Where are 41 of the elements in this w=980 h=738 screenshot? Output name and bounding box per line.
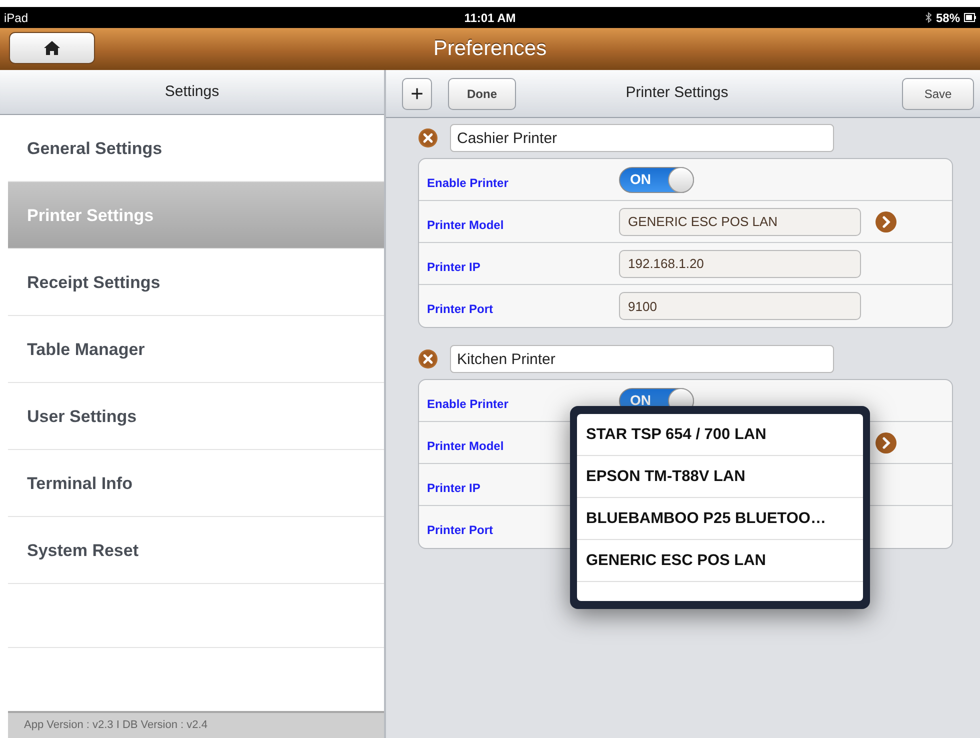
save-button[interactable]: Save — [902, 78, 974, 110]
picker-option[interactable]: GENERIC ESC POS LAN — [577, 540, 863, 582]
delete-icon[interactable] — [418, 349, 438, 369]
sidebar-item[interactable]: User Settings — [8, 383, 384, 450]
sidebar-item[interactable]: Table Manager — [8, 316, 384, 384]
field-label: Printer Model — [427, 218, 504, 232]
clock: 11:01 AM — [464, 10, 516, 26]
sidebar-item[interactable]: System Reset — [8, 517, 384, 584]
printer-name-field[interactable]: Cashier Printer — [450, 124, 834, 152]
bluetooth-icon — [924, 12, 932, 23]
delete-icon[interactable] — [418, 128, 438, 148]
sidebar-item[interactable]: Terminal Info — [8, 450, 384, 518]
version-info: App Version : v2.3 I DB Version : v2.4 — [24, 718, 208, 734]
field-label: Printer Port — [427, 302, 494, 316]
sidebar-item[interactable]: Receipt Settings — [8, 249, 384, 316]
detail-title: Printer Settings — [626, 83, 728, 104]
input-field[interactable]: 9100 — [619, 292, 861, 320]
battery-icon — [964, 13, 976, 22]
chevron-icon[interactable] — [875, 432, 897, 454]
model-field[interactable]: GENERIC ESC POS LAN — [619, 208, 861, 236]
input-field[interactable]: 192.168.1.20 — [619, 250, 861, 278]
field-label: Printer Port — [427, 523, 494, 537]
field-label: Enable Printer — [427, 396, 508, 410]
done-button[interactable]: Done — [448, 78, 516, 110]
field-label: Printer IP — [427, 480, 480, 494]
home-button[interactable] — [9, 32, 95, 64]
chevron-icon[interactable] — [875, 210, 897, 232]
battery-percent: 58% — [936, 10, 960, 26]
picker-option[interactable]: BLUEBAMBOO P25 BLUETOO… — [577, 498, 863, 540]
screen-title: Preferences — [433, 36, 547, 62]
field-label: Printer Model — [427, 438, 504, 452]
printer-name-field[interactable]: Kitchen Printer — [450, 345, 834, 373]
sidebar-title: Settings — [164, 82, 220, 102]
field-label: Enable Printer — [427, 176, 508, 190]
home-icon — [43, 40, 61, 56]
field-label: Printer IP — [427, 260, 480, 274]
device-name: iPad — [4, 10, 28, 26]
picker-option[interactable]: STAR TSP 654 / 700 LAN — [577, 414, 863, 456]
picker-option[interactable]: EPSON TM-T88V LAN — [577, 456, 863, 498]
toggle-switch[interactable]: ON — [619, 166, 694, 192]
add-button[interactable]: + — [402, 78, 432, 110]
